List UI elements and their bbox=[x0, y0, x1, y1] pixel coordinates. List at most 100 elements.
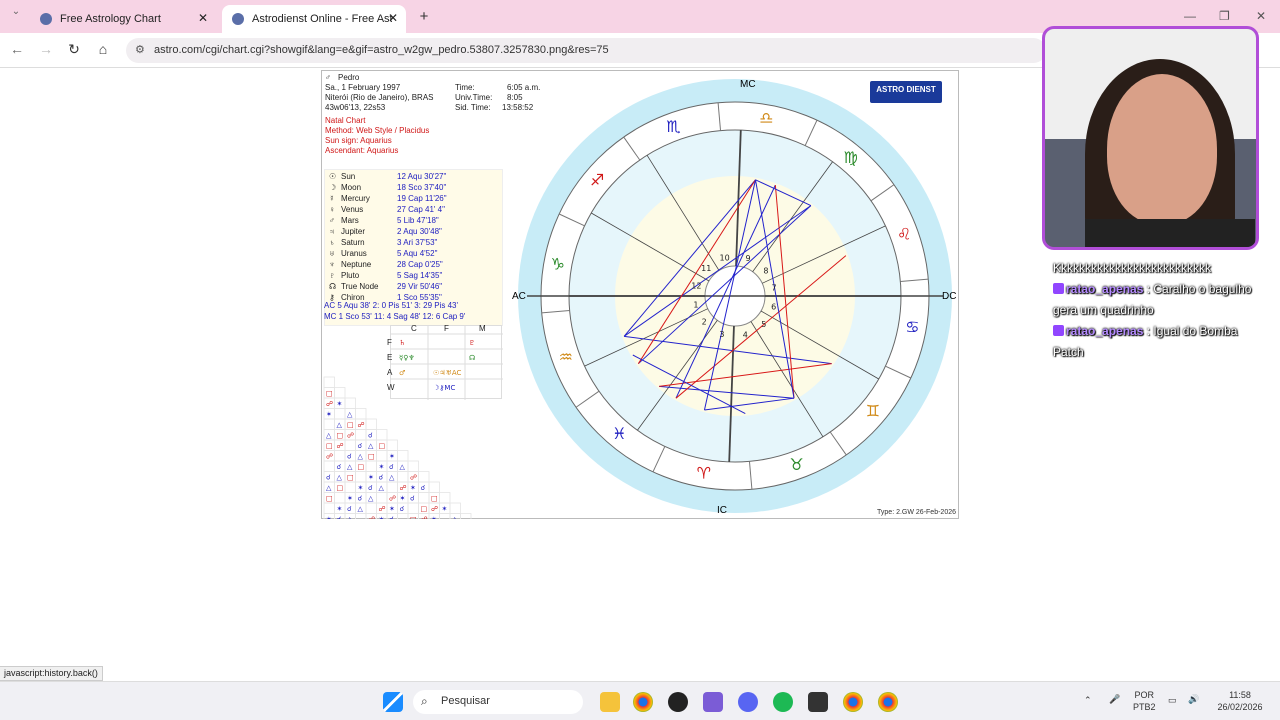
planet-position: 18 Sco 37'40" bbox=[397, 183, 447, 192]
aspect-cell bbox=[365, 502, 377, 514]
volume-icon[interactable]: 🔊 bbox=[1188, 693, 1199, 705]
reload-icon[interactable]: ↻ bbox=[64, 41, 84, 58]
clock-time: 11:58 bbox=[1229, 690, 1251, 700]
forward-arrow-icon[interactable]: → bbox=[36, 41, 56, 57]
house-number: 4 bbox=[743, 331, 748, 340]
aspect-cell bbox=[439, 492, 451, 504]
house-number: 9 bbox=[745, 254, 750, 263]
aspect-symbol-icon: ☌ bbox=[368, 432, 373, 440]
zodiac-sign-icon: ♋ bbox=[905, 317, 919, 336]
close-window-icon[interactable]: ✕ bbox=[1256, 9, 1266, 23]
aspect-symbol-icon: □ bbox=[347, 421, 354, 429]
taskbar-search-box[interactable]: ⌕ Pesquisar bbox=[413, 690, 583, 714]
aspect-symbol-icon: △ bbox=[337, 421, 343, 429]
aspect-symbol-icon: ☍ bbox=[368, 516, 375, 520]
tab-title: Astrodienst Online - Free Astro bbox=[252, 13, 392, 25]
microphone-icon[interactable]: 🎤 bbox=[1109, 693, 1120, 705]
aspect-symbol-icon: ☍ bbox=[400, 484, 407, 492]
sun-sign: Sun sign: Aquarius bbox=[325, 136, 392, 145]
zodiac-sign-icon: ♌ bbox=[897, 224, 911, 243]
aspect-symbol-icon: □ bbox=[337, 432, 344, 440]
search-icon: ⌕ bbox=[421, 694, 428, 708]
planet-row: ☊ True Node 29 Vir 50'46" bbox=[325, 282, 504, 293]
file-explorer-icon[interactable] bbox=[600, 692, 620, 712]
zodiac-sign-icon: ♊ bbox=[866, 402, 880, 421]
aspect-symbol-icon: ✶ bbox=[326, 516, 332, 520]
tab-astrodienst[interactable]: Astrodienst Online - Free Astro ✕ bbox=[222, 5, 406, 33]
tray-chevron-icon[interactable]: ⌃ bbox=[1084, 694, 1092, 706]
aspect-symbol-icon: ☌ bbox=[337, 516, 342, 520]
aspect-cell bbox=[376, 492, 388, 504]
clock-date: 26/02/2026 bbox=[1217, 702, 1263, 712]
app-icon[interactable] bbox=[703, 692, 723, 712]
svg-text:☊: ☊ bbox=[469, 354, 475, 362]
aspect-cell bbox=[418, 471, 430, 483]
planet-name: True Node bbox=[341, 282, 379, 291]
house-number: 11 bbox=[701, 264, 711, 273]
clock[interactable]: 11:58 26/02/2026 bbox=[1212, 689, 1268, 713]
windows-start-icon[interactable] bbox=[383, 692, 403, 712]
chart-type-info: Type: 2.GW 26-Feb-2026 bbox=[877, 509, 956, 516]
new-tab-plus-icon[interactable]: + bbox=[414, 8, 434, 25]
chrome-icon[interactable] bbox=[633, 692, 653, 712]
aspect-symbol-icon: □ bbox=[379, 442, 386, 450]
coordinates: 43w06'13, 22s53 bbox=[325, 103, 386, 112]
chat-message: ratao_apenas : Caralho o bagulho gera um… bbox=[1053, 279, 1258, 321]
back-arrow-icon[interactable]: ← bbox=[7, 41, 27, 57]
app-icon[interactable] bbox=[668, 692, 688, 712]
aspect-cell bbox=[323, 502, 335, 514]
planet-name: Sun bbox=[341, 172, 356, 181]
aspect-cell bbox=[376, 450, 388, 462]
tab-free-astrology-chart[interactable]: Free Astrology Chart ✕ bbox=[30, 5, 216, 33]
aspect-cell bbox=[334, 408, 346, 420]
planet-glyph-icon: ☉ bbox=[329, 172, 337, 181]
url-text: astro.com/cgi/chart.cgi?showgif&lang=e&g… bbox=[154, 44, 609, 56]
chrome-active-icon[interactable] bbox=[878, 692, 898, 712]
aspect-symbol-icon: □ bbox=[358, 463, 365, 471]
maximize-icon[interactable]: ❐ bbox=[1219, 9, 1230, 23]
aspect-cell bbox=[323, 376, 335, 388]
streamer-shirt bbox=[1085, 219, 1255, 247]
site-info-icon[interactable]: ⚙ bbox=[135, 43, 145, 56]
keyboard-layout: PTB2 bbox=[1133, 702, 1156, 712]
planet-position: 2 Aqu 30'48" bbox=[397, 227, 442, 236]
url-input[interactable]: ⚙ astro.com/cgi/chart.cgi?showgif&lang=e… bbox=[126, 38, 1046, 63]
chat-message: ratao_apenas : Igual do Bomba Patch bbox=[1053, 321, 1258, 363]
planet-glyph-icon: ☊ bbox=[329, 282, 337, 291]
ac-label: AC bbox=[512, 291, 526, 302]
aspect-symbol-icon: ☍ bbox=[379, 505, 386, 513]
aspect-cell bbox=[386, 439, 398, 451]
terminal-icon[interactable] bbox=[808, 692, 828, 712]
planet-position: 5 Aqu 4'52" bbox=[397, 249, 438, 258]
zodiac-sign-icon: ♉ bbox=[789, 455, 803, 474]
planet-name: Venus bbox=[341, 205, 364, 214]
globe-icon bbox=[40, 13, 52, 25]
aspect-symbol-icon: △ bbox=[358, 453, 364, 461]
close-tab-icon[interactable]: ✕ bbox=[198, 11, 208, 25]
planet-row: ☽ Moon 18 Sco 37'40" bbox=[325, 183, 504, 194]
minimize-icon[interactable]: — bbox=[1184, 9, 1196, 23]
zodiac-sign-icon: ♏ bbox=[666, 117, 680, 136]
zodiac-sign-icon: ♎ bbox=[759, 109, 773, 128]
spotify-icon[interactable] bbox=[773, 692, 793, 712]
tab-list-chevron-icon[interactable]: ⌄ bbox=[6, 6, 26, 17]
discord-icon[interactable] bbox=[738, 692, 758, 712]
keyboard-language[interactable]: POR PTB2 bbox=[1133, 689, 1156, 713]
chrome-icon[interactable] bbox=[843, 692, 863, 712]
aspect-symbol-icon: ✶ bbox=[358, 484, 364, 492]
windows-taskbar: ⌕ Pesquisar ⌃ 🎤 POR PTB2 ▭ 🔊 11:58 26/02… bbox=[0, 681, 1280, 720]
aspect-symbol-icon: □ bbox=[368, 453, 375, 461]
aspect-symbol-icon: △ bbox=[452, 516, 458, 520]
close-tab-icon[interactable]: ✕ bbox=[388, 11, 398, 25]
planet-name: Mars bbox=[341, 216, 359, 225]
logo-url: www.astro.com bbox=[874, 94, 915, 100]
planet-glyph-icon: ♅ bbox=[329, 249, 335, 258]
planet-row: ♄ Saturn 3 Ari 37'53" bbox=[325, 238, 504, 249]
home-icon[interactable]: ⌂ bbox=[93, 41, 113, 57]
network-icon[interactable]: ▭ bbox=[1168, 694, 1177, 706]
aspect-cell bbox=[376, 429, 388, 441]
aspect-cell bbox=[334, 450, 346, 462]
aspect-symbol-icon: ☍ bbox=[389, 495, 396, 503]
person-name: Pedro bbox=[338, 73, 360, 82]
gender-icon: ♂ bbox=[325, 73, 331, 82]
